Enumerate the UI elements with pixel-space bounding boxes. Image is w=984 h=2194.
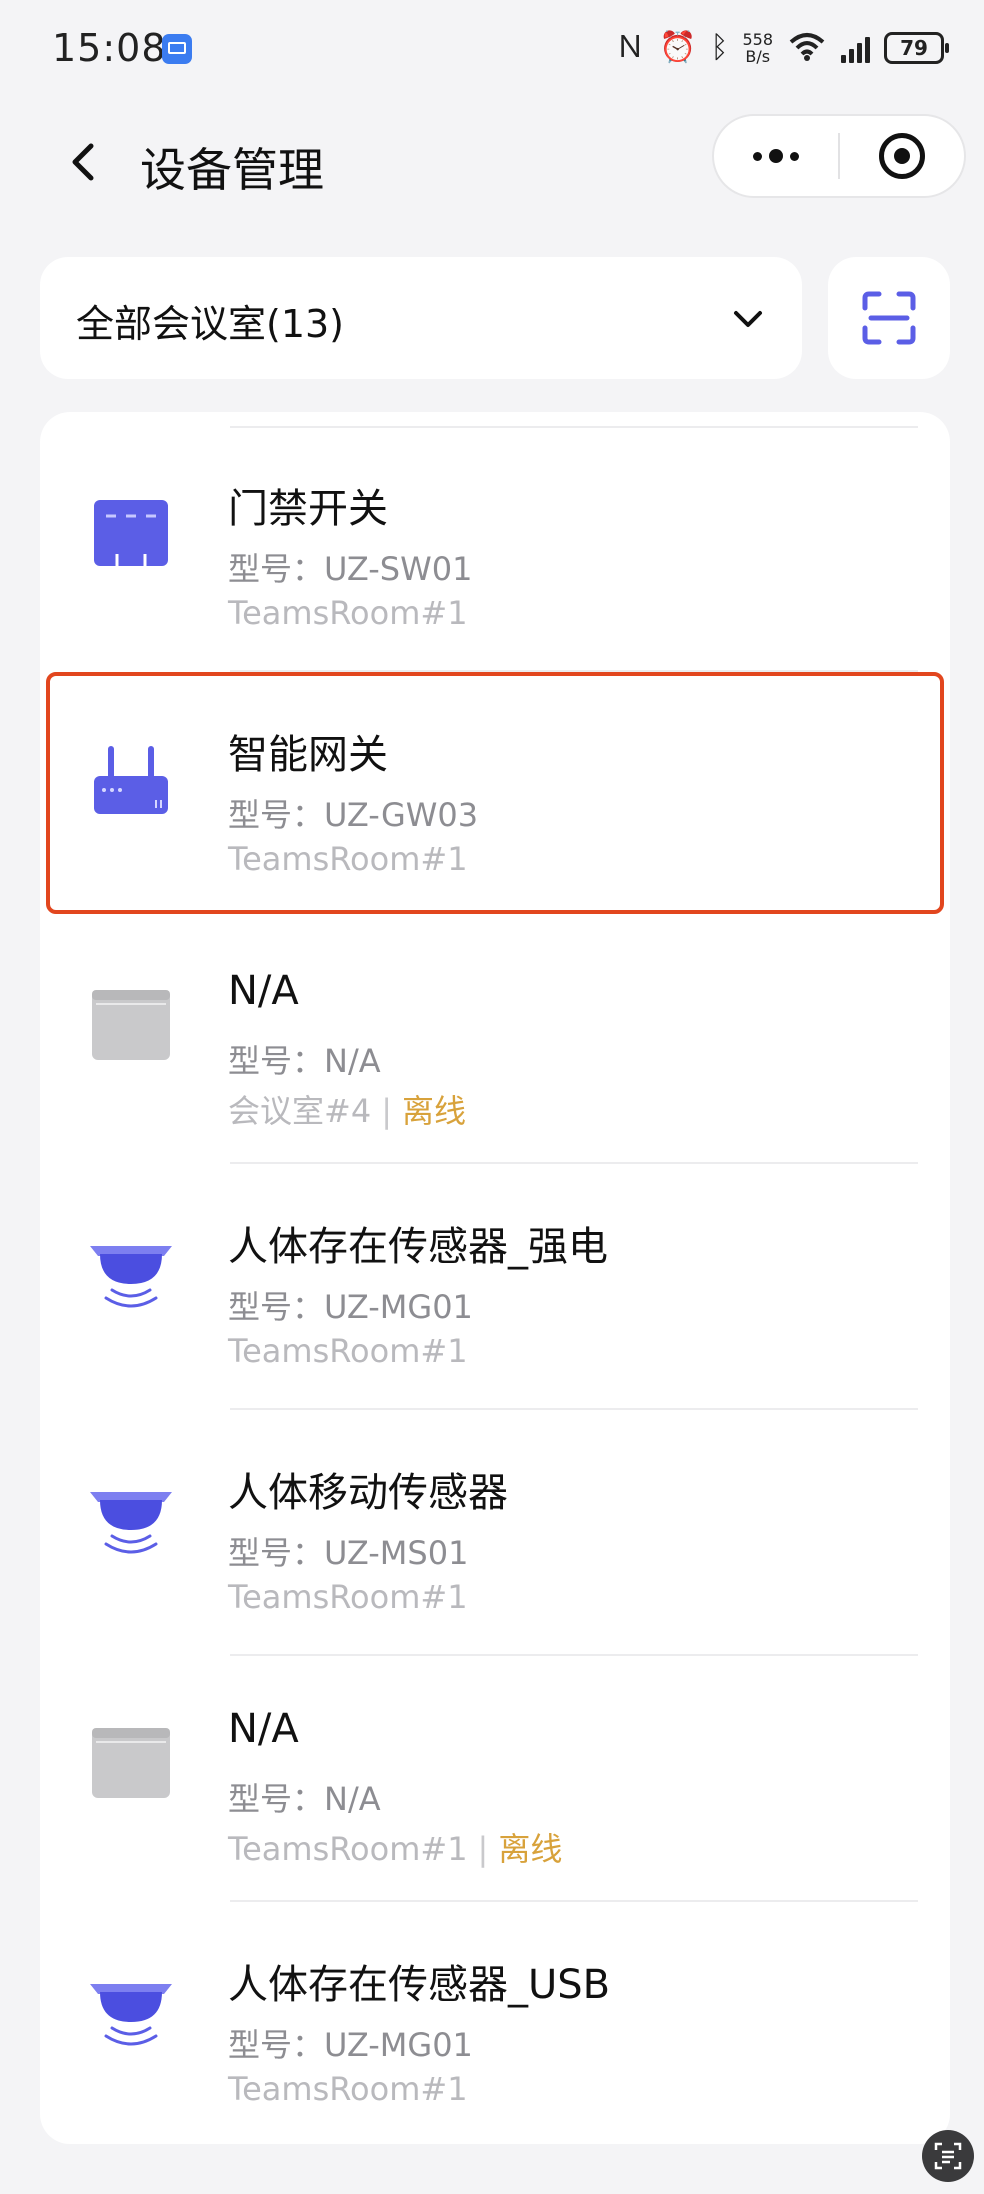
device-room: TeamsRoom#1 (228, 594, 468, 632)
device-room: 会议室#4 (228, 1092, 372, 1130)
status-time: 15:08 (52, 26, 167, 70)
sensor-icon (90, 1984, 172, 2046)
device-row[interactable]: N/A 型号：N/A 会议室#4 | 离线 (40, 918, 950, 1164)
device-room: TeamsRoom#1 (228, 1830, 468, 1868)
generic-device-icon (92, 990, 170, 1060)
network-speed-unit: B/s (745, 47, 771, 66)
room-filter-label: 全部会议室(13) (76, 302, 345, 346)
device-row[interactable]: 门禁开关 型号：UZ-SW01 TeamsRoom#1 (40, 426, 950, 672)
sensor-icon (90, 1492, 172, 1554)
mail-notification-icon (162, 34, 192, 64)
mini-program-capsule (712, 114, 966, 198)
battery-indicator: 79 (884, 32, 949, 64)
device-model-label: 型号： (228, 1042, 325, 1080)
page-title: 设备管理 (140, 143, 324, 197)
device-model: 型号：UZ-MG01 (228, 1282, 473, 1328)
switch-icon (94, 500, 168, 566)
device-room-line: 会议室#4 | 离线 (228, 1086, 466, 1132)
device-room-line: TeamsRoom#1 (228, 594, 468, 632)
target-circle-icon (879, 133, 925, 179)
wifi-icon (787, 30, 827, 66)
nav-header: 设备管理 (0, 100, 984, 230)
device-list: 门禁开关 型号：UZ-SW01 TeamsRoom#1 智能网关 型号：UZ-G… (40, 412, 950, 2144)
scan-button[interactable] (828, 257, 950, 379)
network-speed: 558 B/s (742, 31, 773, 65)
device-row[interactable]: 人体存在传感器_强电 型号：UZ-MG01 TeamsRoom#1 (40, 1164, 950, 1410)
device-model: 型号：N/A (228, 1036, 381, 1082)
device-model-value: UZ-SW01 (324, 550, 473, 588)
device-model: 型号：UZ-GW03 (228, 790, 478, 836)
more-button[interactable] (714, 116, 838, 196)
device-name: N/A (228, 1706, 299, 1752)
separator: | (477, 1830, 489, 1868)
status-icons: Ｎ ⏰ ᛒ 558 B/s 79 (615, 28, 949, 68)
device-model-label: 型号： (228, 1534, 325, 1572)
device-row[interactable]: N/A 型号：N/A TeamsRoom#1 | 离线 (40, 1656, 950, 1902)
device-row[interactable]: 人体存在传感器_USB 型号：UZ-MG01 TeamsRoom#1 (40, 1902, 950, 2144)
status-badge: 离线 (498, 1830, 563, 1868)
more-dots-icon (753, 149, 799, 163)
cellular-signal-icon (841, 33, 870, 63)
separator: | (381, 1092, 392, 1130)
device-model: 型号：UZ-MG01 (228, 2020, 473, 2066)
device-name: 人体移动传感器 (228, 1470, 508, 1516)
back-button[interactable] (62, 140, 106, 184)
device-model-label: 型号： (228, 550, 325, 588)
device-room-line: TeamsRoom#1 (228, 2070, 468, 2108)
generic-device-icon (92, 1728, 170, 1798)
device-model-value: UZ-GW03 (324, 796, 479, 834)
bluetooth-icon: ᛒ (710, 30, 729, 65)
chevron-left-icon (72, 143, 94, 181)
close-button[interactable] (840, 116, 964, 196)
device-model: 型号：N/A (228, 1774, 381, 1820)
device-room: TeamsRoom#1 (228, 1332, 468, 1370)
device-model-label: 型号： (228, 1780, 325, 1818)
device-name: 智能网关 (228, 732, 388, 778)
sensor-icon (90, 1246, 172, 1308)
device-room: TeamsRoom#1 (228, 1578, 468, 1616)
nfc-icon: Ｎ (615, 30, 646, 65)
device-name: 门禁开关 (228, 486, 388, 532)
room-filter-dropdown[interactable]: 全部会议室(13) (40, 257, 802, 379)
device-model-value: UZ-MG01 (324, 1288, 473, 1326)
device-name: 人体存在传感器_强电 (228, 1224, 608, 1270)
network-speed-value: 558 (742, 30, 773, 49)
status-badge: 离线 (401, 1092, 466, 1130)
device-model-label: 型号： (228, 1288, 325, 1326)
device-name: 人体存在传感器_USB (228, 1962, 611, 2008)
device-model: 型号：UZ-MS01 (228, 1528, 468, 1574)
device-model-value: UZ-MS01 (324, 1534, 469, 1572)
text-scan-icon (934, 2142, 962, 2170)
alarm-icon: ⏰ (659, 30, 697, 65)
device-row[interactable]: 人体移动传感器 型号：UZ-MS01 TeamsRoom#1 (40, 1410, 950, 1656)
device-room-line: TeamsRoom#1 | 离线 (228, 1824, 562, 1870)
device-model-value: N/A (324, 1042, 381, 1080)
screen-text-button[interactable] (922, 2130, 974, 2182)
chevron-down-icon (734, 311, 762, 327)
device-model: 型号：UZ-SW01 (228, 544, 472, 590)
device-name: N/A (228, 968, 299, 1014)
device-room: TeamsRoom#1 (228, 840, 468, 878)
device-room-line: TeamsRoom#1 (228, 840, 468, 878)
device-row[interactable]: 智能网关 型号：UZ-GW03 TeamsRoom#1 (40, 672, 950, 918)
device-room-line: TeamsRoom#1 (228, 1332, 468, 1370)
status-bar: 15:08 Ｎ ⏰ ᛒ 558 B/s 79 (0, 0, 984, 100)
device-model-label: 型号： (228, 796, 325, 834)
device-room: TeamsRoom#1 (228, 2070, 468, 2108)
scan-icon (862, 291, 916, 345)
device-model-label: 型号： (228, 2026, 325, 2064)
router-icon (94, 746, 168, 814)
device-model-value: N/A (324, 1780, 381, 1818)
device-room-line: TeamsRoom#1 (228, 1578, 468, 1616)
device-model-value: UZ-MG01 (324, 2026, 473, 2064)
